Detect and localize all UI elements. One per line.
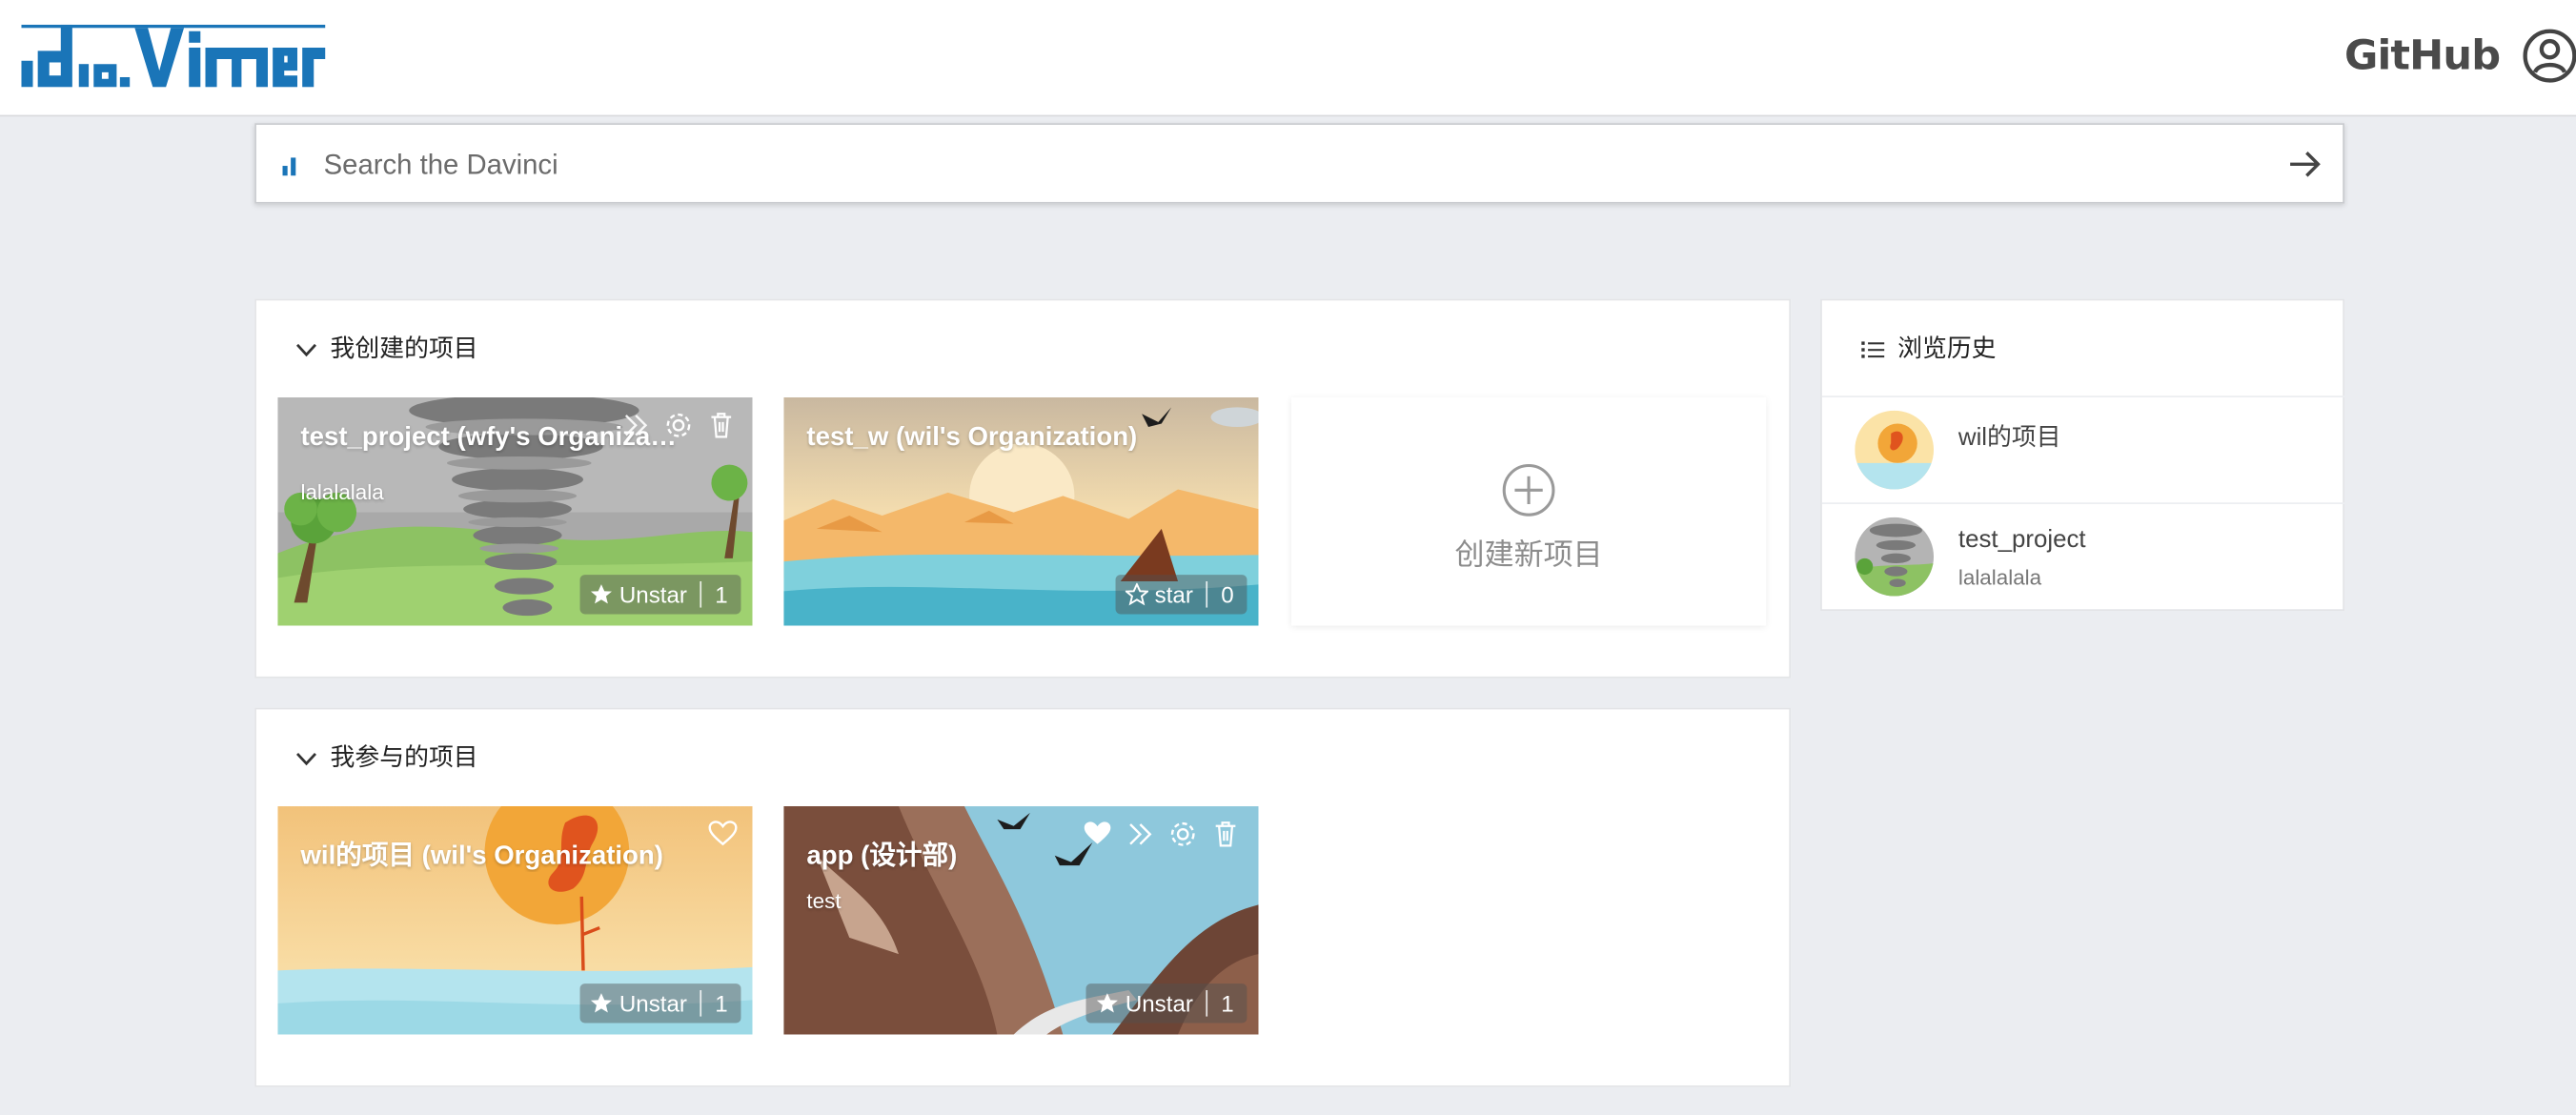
card-actions — [1083, 820, 1240, 849]
history-title: 浏览历史 — [1897, 334, 1997, 363]
star-count: 0 — [1221, 580, 1234, 608]
star-icon — [590, 993, 612, 1013]
heart-icon[interactable] — [708, 820, 738, 849]
project-title: test_w (wil's Organization) — [806, 423, 1138, 452]
project-title: wil的项目 (wil's Organization) — [300, 841, 663, 871]
history-header: 浏览历史 — [1861, 334, 1997, 366]
star-toggle-button[interactable]: Unstar 1 — [1085, 983, 1247, 1024]
my-projects-panel: 我创建的项目 test_project (wfy's Organization)… — [254, 298, 1792, 679]
app-root: GitHub 我创建的项目 — [0, 0, 2576, 1115]
history-item[interactable]: wil的项目 — [1821, 395, 2345, 502]
project-card[interactable]: test_project (wfy's Organization) lalala… — [277, 396, 753, 626]
star-icon — [1096, 993, 1118, 1013]
chevron-down-icon — [296, 343, 317, 356]
top-header: GitHub — [0, 0, 2576, 117]
history-thumbnail — [1855, 517, 1935, 597]
my-projects-title: 我创建的项目 — [330, 334, 478, 363]
list-icon — [1861, 341, 1885, 358]
create-project-label: 创建新项目 — [1454, 538, 1603, 572]
gear-icon[interactable] — [1168, 820, 1198, 849]
trash-icon[interactable] — [706, 411, 736, 440]
project-card[interactable]: test_w (wil's Organization) star 0 — [783, 396, 1259, 626]
star-toggle-button[interactable]: Unstar 1 — [579, 575, 741, 615]
chevron-down-icon — [296, 752, 317, 765]
history-item[interactable]: test_project lalalalala — [1821, 502, 2345, 609]
history-item-name: test_project — [1957, 525, 2086, 554]
project-card[interactable]: app (设计部) test Unstar 1 — [783, 806, 1259, 1035]
history-item-description: lalalalala — [1957, 564, 2042, 590]
star-outline-icon — [1125, 582, 1148, 606]
star-count: 1 — [1221, 990, 1234, 1017]
transfer-icon[interactable] — [621, 411, 651, 440]
project-description: test — [806, 888, 842, 914]
history-panel: 浏览历史 wil的项目 test_project lalalalala — [1820, 298, 2345, 611]
joined-projects-title: 我参与的项目 — [330, 743, 478, 772]
plus-circle-icon — [1502, 463, 1555, 517]
star-label: star — [1154, 580, 1193, 608]
star-label: Unstar — [619, 990, 687, 1017]
heart-filled-icon[interactable] — [1083, 820, 1112, 849]
joined-projects-header[interactable]: 我参与的项目 — [295, 742, 478, 775]
history-item-name: wil的项目 — [1957, 423, 2061, 452]
star-toggle-button[interactable]: Unstar 1 — [579, 983, 741, 1024]
github-logo[interactable]: GitHub — [2344, 28, 2501, 84]
gear-icon[interactable] — [663, 411, 693, 440]
star-label: Unstar — [1125, 990, 1193, 1017]
project-description: lalalalala — [300, 479, 384, 504]
project-card[interactable]: wil的项目 (wil's Organization) Unstar 1 — [277, 806, 753, 1035]
search-bar — [254, 123, 2345, 204]
star-icon — [590, 584, 612, 604]
user-icon[interactable] — [2522, 28, 2576, 84]
davinci-logo[interactable] — [21, 24, 326, 88]
transfer-icon[interactable] — [1126, 820, 1155, 849]
trash-icon[interactable] — [1211, 820, 1241, 849]
history-thumbnail — [1855, 410, 1935, 490]
create-project-button[interactable]: 创建新项目 — [1290, 396, 1767, 626]
star-toggle-button[interactable]: star 0 — [1115, 575, 1247, 615]
joined-projects-panel: 我参与的项目 wil的项目 (wil's Organization) Unsta… — [254, 707, 1792, 1087]
my-projects-header[interactable]: 我创建的项目 — [295, 334, 478, 366]
star-count: 1 — [715, 580, 728, 608]
card-actions — [621, 411, 737, 440]
search-bars-icon — [282, 157, 296, 176]
arrow-right-icon[interactable] — [2288, 150, 2321, 179]
star-label: Unstar — [619, 580, 687, 608]
star-count: 1 — [715, 990, 728, 1017]
card-actions — [708, 820, 738, 849]
search-input[interactable] — [320, 141, 2266, 191]
